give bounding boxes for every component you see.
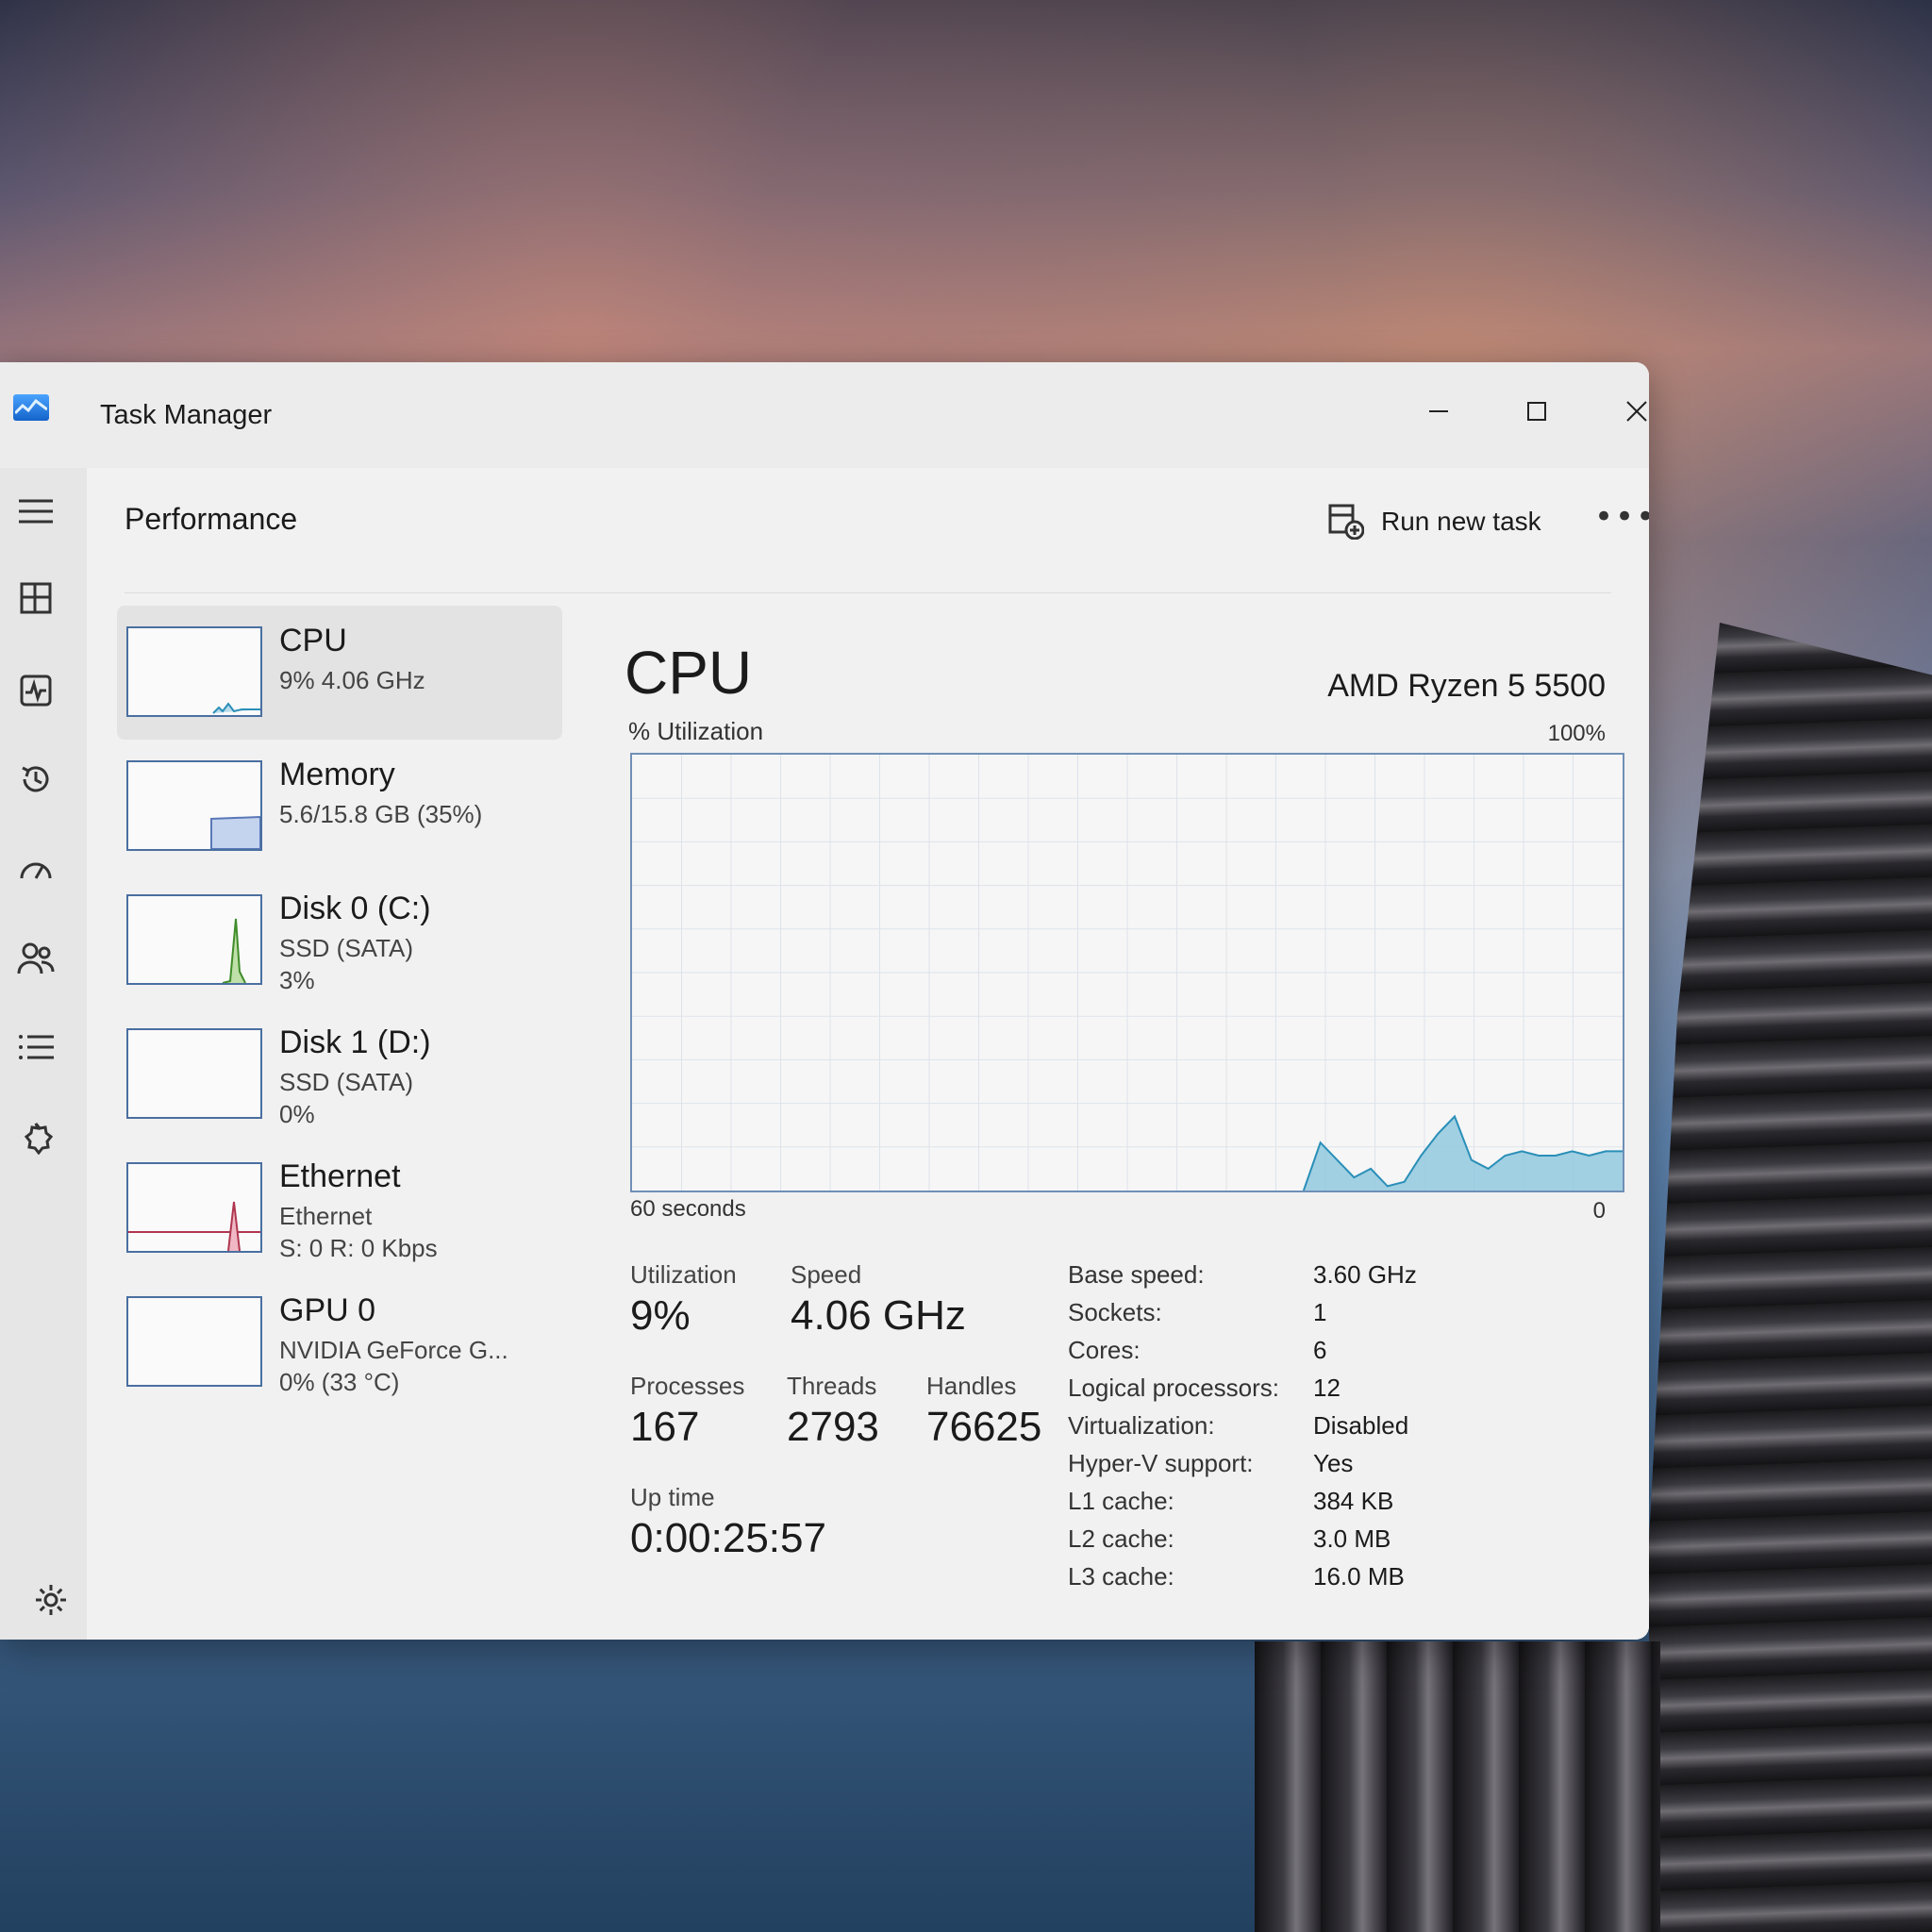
handles-value: 76625 (926, 1404, 1042, 1450)
spec-value: 16.0 MB (1313, 1562, 1405, 1591)
spec-label: L3 cache: (1068, 1562, 1174, 1591)
device-detail: NVIDIA GeForce G... (279, 1336, 508, 1364)
processes-icon[interactable] (13, 575, 58, 621)
details-icon[interactable] (13, 1024, 58, 1070)
close-icon (1626, 401, 1647, 422)
device-name: CPU (279, 623, 347, 658)
cpu-usage-area (1303, 1116, 1623, 1191)
users-icon[interactable] (13, 936, 58, 981)
spec-label: Logical processors: (1068, 1374, 1279, 1402)
device-cpu[interactable]: CPU 9% 4.06 GHz (117, 606, 562, 740)
run-new-task-button[interactable]: Run new task (1328, 504, 1541, 540)
utilization-axis-label: % Utilization (628, 717, 764, 745)
run-new-task-label: Run new task (1381, 507, 1541, 536)
device-name: GPU 0 (279, 1292, 376, 1328)
utilization-max-label: 100% (1547, 721, 1606, 746)
spec-value: 384 KB (1313, 1487, 1394, 1515)
device-detail: Ethernet (279, 1202, 373, 1230)
processes-value: 167 (630, 1404, 700, 1450)
cpu-heading: CPU (625, 639, 753, 707)
speed-label: Speed (791, 1260, 862, 1289)
spec-label: Virtualization: (1068, 1411, 1215, 1440)
disk-0-thumbnail (126, 894, 262, 985)
processes-label: Processes (630, 1372, 745, 1400)
utilization-value: 9% (630, 1292, 691, 1339)
device-name: Disk 1 (D:) (279, 1024, 431, 1060)
task-manager-icon (13, 394, 49, 421)
speed-value: 4.06 GHz (791, 1292, 966, 1339)
device-detail: 5.6/15.8 GB (35%) (279, 800, 483, 828)
hamburger-icon[interactable] (13, 489, 58, 534)
uptime-label: Up time (630, 1483, 715, 1511)
device-usage: 3% (279, 966, 315, 994)
spec-label: Sockets: (1068, 1298, 1162, 1326)
window-title: Task Manager (100, 400, 273, 430)
spec-value: 3.0 MB (1313, 1524, 1391, 1553)
device-name: Memory (279, 757, 395, 792)
graph-time-span-label: 60 seconds (630, 1196, 746, 1222)
cpu-utilization-graph (630, 753, 1624, 1192)
more-options-button[interactable]: ••• (1594, 498, 1649, 536)
device-name: Disk 0 (C:) (279, 891, 431, 926)
memory-thumbnail (126, 760, 262, 851)
wallpaper-pier (1649, 623, 1932, 1932)
maximize-button[interactable] (1504, 383, 1570, 440)
device-usage: 0% (33 °C) (279, 1368, 400, 1396)
spec-value: 1 (1313, 1298, 1327, 1326)
spec-label: Cores: (1068, 1336, 1141, 1364)
spec-value: 12 (1313, 1374, 1341, 1402)
app-history-icon[interactable] (13, 757, 58, 802)
cpu-thumbnail (126, 626, 262, 717)
device-disk-1[interactable]: Disk 1 (D:) SSD (SATA) 0% (117, 1008, 562, 1141)
threads-value: 2793 (787, 1404, 879, 1450)
handles-label: Handles (926, 1372, 1017, 1400)
performance-icon[interactable] (13, 668, 58, 713)
device-usage: 0% (279, 1100, 315, 1128)
header-divider (125, 592, 1611, 593)
maximize-icon (1527, 402, 1546, 421)
device-memory[interactable]: Memory 5.6/15.8 GB (35%) (117, 740, 562, 874)
services-icon[interactable] (13, 1115, 58, 1160)
device-name: Ethernet (279, 1158, 401, 1194)
settings-icon[interactable] (28, 1577, 74, 1623)
task-manager-window: Task Manager Performance Run new task ••… (0, 362, 1649, 1640)
startup-apps-icon[interactable] (13, 847, 58, 892)
minimize-icon (1429, 410, 1448, 412)
spec-label: Base speed: (1068, 1260, 1205, 1289)
spec-value: 6 (1313, 1336, 1327, 1364)
cpu-model: AMD Ryzen 5 5500 (1327, 668, 1606, 704)
device-disk-0[interactable]: Disk 0 (C:) SSD (SATA) 3% (117, 874, 562, 1008)
spec-label: L1 cache: (1068, 1487, 1174, 1515)
title-bar[interactable]: Task Manager (0, 362, 1649, 468)
minimize-button[interactable] (1406, 383, 1472, 440)
ethernet-thumbnail (126, 1162, 262, 1253)
close-button[interactable] (1604, 383, 1649, 440)
utilization-label: Utilization (630, 1260, 737, 1289)
gpu-0-thumbnail (126, 1296, 262, 1387)
page-title: Performance (125, 502, 298, 536)
device-list: CPU 9% 4.06 GHz Memory 5.6/15.8 GB (35%)… (117, 606, 562, 1409)
spec-value: Yes (1313, 1449, 1354, 1477)
nav-rail (0, 468, 87, 1640)
device-detail: 9% 4.06 GHz (279, 666, 425, 694)
threads-label: Threads (787, 1372, 877, 1400)
spec-label: Hyper-V support: (1068, 1449, 1254, 1477)
spec-value: Disabled (1313, 1411, 1409, 1440)
device-gpu-0[interactable]: GPU 0 NVIDIA GeForce G... 0% (33 °C) (117, 1275, 562, 1409)
disk-1-thumbnail (126, 1028, 262, 1119)
spec-value: 3.60 GHz (1313, 1260, 1417, 1289)
graph-time-end-label: 0 (1592, 1198, 1606, 1224)
device-detail: SSD (SATA) (279, 934, 414, 962)
run-task-icon (1328, 504, 1364, 540)
uptime-value: 0:00:25:57 (630, 1515, 826, 1561)
performance-page: Performance Run new task ••• CPU 9% 4.06… (87, 468, 1649, 1640)
device-detail: SSD (SATA) (279, 1068, 414, 1096)
device-throughput: S: 0 R: 0 Kbps (279, 1234, 438, 1262)
device-ethernet[interactable]: Ethernet Ethernet S: 0 R: 0 Kbps (117, 1141, 562, 1275)
wallpaper-pier-lower (1255, 1641, 1660, 1932)
spec-label: L2 cache: (1068, 1524, 1174, 1553)
